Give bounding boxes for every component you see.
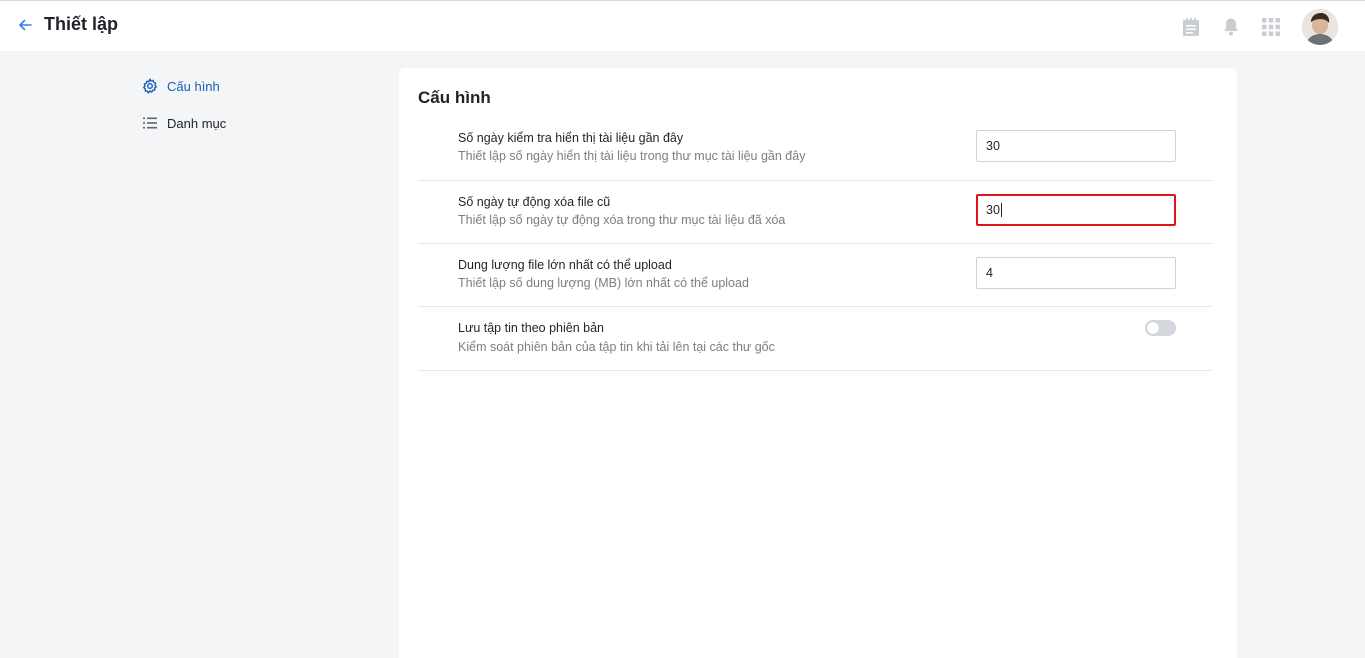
- setting-row-max-upload-size: Dung lượng file lớn nhất có thể upload T…: [418, 244, 1212, 307]
- back-arrow-icon: [19, 19, 32, 31]
- sidebar-item-danh-muc[interactable]: Danh mục: [142, 113, 342, 133]
- input-value: 30: [986, 139, 1000, 153]
- sidebar-item-cau-hinh[interactable]: Cấu hình: [142, 76, 342, 96]
- file-versioning-toggle[interactable]: [1145, 320, 1176, 336]
- app-grid-icon: [1262, 18, 1280, 36]
- section-title: Cấu hình: [418, 88, 491, 107]
- sidebar: Cấu hình Danh mục: [142, 76, 342, 150]
- text-caret: [1000, 203, 1002, 217]
- setting-title: Dung lượng file lớn nhất có thể upload: [458, 258, 672, 272]
- avatar-image: [1302, 9, 1338, 45]
- auto-delete-days-input[interactable]: 30: [976, 194, 1176, 226]
- setting-description: Thiết lập số dung lượng (MB) lớn nhất có…: [458, 276, 749, 290]
- input-value: 4: [986, 266, 993, 280]
- page-title: Thiết lập: [44, 14, 119, 34]
- setting-row-file-versioning: Lưu tập tin theo phiên bản Kiểm soát phi…: [418, 307, 1212, 371]
- setting-row-auto-delete-days: Số ngày tự động xóa file cũ Thiết lập số…: [418, 181, 1212, 244]
- bell-icon: [1224, 18, 1238, 36]
- setting-title: Số ngày tự động xóa file cũ: [458, 195, 611, 209]
- settings-card: Cấu hình Số ngày kiểm tra hiển thị tài l…: [399, 68, 1237, 658]
- setting-row-recent-days: Số ngày kiểm tra hiển thị tài liệu gần đ…: [418, 123, 1212, 181]
- input-value: 30: [986, 203, 1000, 217]
- sidebar-item-label: Cấu hình: [167, 78, 220, 94]
- notification-button[interactable]: [1220, 16, 1242, 38]
- setting-description: Thiết lập số ngày hiển thị tài liệu tron…: [458, 149, 806, 163]
- apps-button[interactable]: [1260, 16, 1282, 38]
- gear-icon: [142, 78, 158, 94]
- notepad-button[interactable]: [1180, 16, 1202, 38]
- setting-description: Kiểm soát phiên bản của tập tin khi tải …: [458, 340, 775, 354]
- avatar[interactable]: [1302, 9, 1338, 45]
- top-icons: [1180, 9, 1338, 45]
- back-button[interactable]: [15, 15, 35, 35]
- sidebar-item-label: Danh mục: [167, 115, 227, 131]
- list-icon: [142, 115, 158, 131]
- notepad-icon: [1183, 18, 1199, 36]
- setting-title: Lưu tập tin theo phiên bản: [458, 321, 604, 335]
- top-bar: Thiết lập: [0, 0, 1365, 51]
- setting-title: Số ngày kiểm tra hiển thị tài liệu gần đ…: [458, 131, 684, 145]
- max-upload-size-input[interactable]: 4: [976, 257, 1176, 289]
- setting-description: Thiết lập số ngày tự động xóa trong thư …: [458, 213, 786, 227]
- recent-days-input[interactable]: 30: [976, 130, 1176, 162]
- toggle-knob: [1147, 322, 1159, 334]
